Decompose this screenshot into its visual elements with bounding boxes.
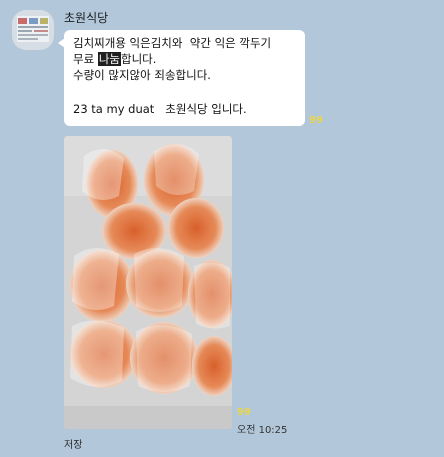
message-line-2-end: 합니다.	[121, 52, 157, 66]
avatar-image	[12, 10, 54, 50]
photo-unread-count: 99	[237, 407, 251, 418]
message-bubble[interactable]: 김치찌개용 익은김치와 약간 익은 깍두기 무료 나눔합니다. 수량이 많지않아…	[58, 30, 305, 126]
sender-name: 초원식당	[64, 11, 109, 25]
text-unread-count: 99	[309, 115, 323, 126]
message-line-4: 23 ta my duat 초원식당 입니다.	[73, 102, 247, 116]
kimchi-bags-photo	[64, 136, 232, 429]
message-line-3: 수량이 많지않아 죄송합니다.	[73, 68, 211, 82]
highlighted-word: 나눔	[97, 52, 121, 66]
message-line-2-start: 무료	[73, 52, 98, 66]
message-timestamp: 오전 10:25	[237, 425, 288, 436]
message-line-1: 김치찌개용 익은김치와 약간 익은 깍두기	[73, 36, 272, 50]
save-photo-button[interactable]: 저장	[64, 436, 82, 451]
photo-message[interactable]	[64, 136, 232, 429]
sender-avatar[interactable]	[12, 10, 54, 50]
message-line-2: 무료 나눔합니다.	[73, 51, 156, 67]
